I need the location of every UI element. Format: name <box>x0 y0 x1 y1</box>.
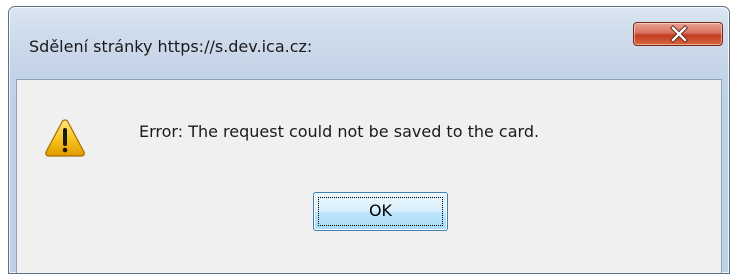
warning-icon <box>45 119 85 157</box>
alert-dialog: Sdělení stránky https://s.dev.ica.cz: Er… <box>8 6 730 274</box>
ok-button-label: OK <box>368 201 393 220</box>
dialog-title: Sdělení stránky https://s.dev.ica.cz: <box>29 37 313 56</box>
title-bar[interactable]: Sdělení stránky https://s.dev.ica.cz: <box>9 7 729 79</box>
ok-button[interactable]: OK <box>313 192 448 231</box>
close-icon <box>670 25 688 43</box>
dialog-message: Error: The request could not be saved to… <box>139 122 540 141</box>
close-button[interactable] <box>633 22 723 46</box>
dialog-content: Error: The request could not be saved to… <box>16 79 722 273</box>
